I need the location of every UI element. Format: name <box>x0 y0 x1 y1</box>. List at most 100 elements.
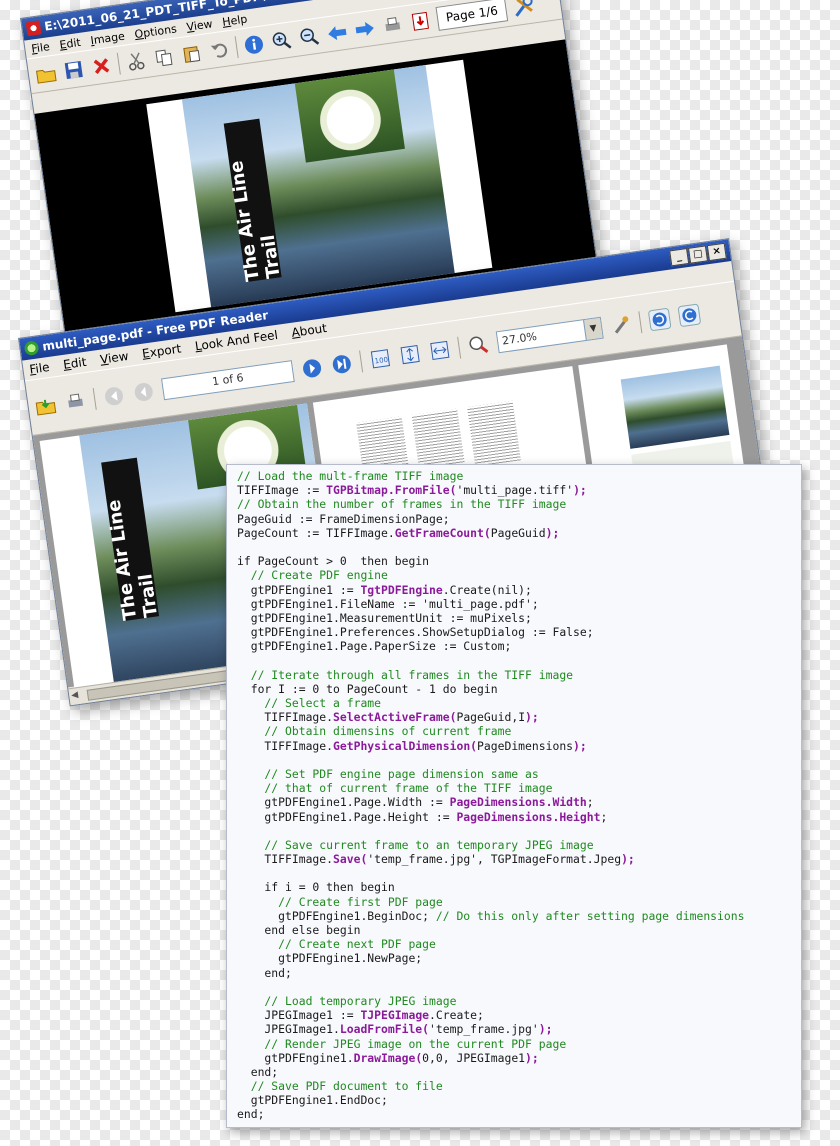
code-highlight: GetFrameCount( <box>394 525 491 540</box>
prev-page-icon[interactable] <box>131 380 156 405</box>
code-highlight: DrawImage( <box>353 1050 423 1065</box>
code-line: // Render JPEG image on the current PDF … <box>237 1037 801 1051</box>
rotate-left-icon[interactable] <box>647 307 672 332</box>
code-text: end else begin <box>237 923 361 937</box>
next-arrow-icon[interactable] <box>352 17 377 42</box>
code-line: // Iterate through all frames in the TIF… <box>237 668 801 682</box>
code-highlight: ); <box>621 852 635 867</box>
zoom-select[interactable]: 27.0% ▼ <box>495 316 604 354</box>
delete-icon[interactable] <box>89 54 114 79</box>
code-comment: // Iterate through all frames in the TIF… <box>237 667 574 682</box>
zoom-out-icon[interactable] <box>297 24 322 49</box>
code-text: end; <box>237 965 292 980</box>
last-page-icon[interactable] <box>329 352 354 377</box>
code-text: PageDimensions <box>477 738 574 753</box>
code-line: // Save current frame to an temporary JP… <box>237 838 801 852</box>
cut-icon[interactable] <box>124 49 149 74</box>
menu-view[interactable]: View <box>99 349 129 367</box>
rotate-right-icon[interactable] <box>677 303 702 328</box>
code-comment: // that of current frame of the TIFF ima… <box>237 781 553 796</box>
code-line: TIFFImage.Save('temp_frame.jpg', TGPImag… <box>237 852 801 866</box>
menu-help[interactable]: Help <box>221 12 248 28</box>
scroll-left-icon[interactable]: ◀ <box>71 690 79 701</box>
code-highlight: LoadFromFile( <box>339 1022 430 1037</box>
toolbar-separator <box>116 52 121 75</box>
code-line: // Set PDF engine page dimension same as <box>237 767 801 781</box>
code-text: for I := 0 to PageCount - 1 do begin <box>237 681 498 696</box>
code-text: TIFFImage. <box>237 738 334 753</box>
pdf-icon[interactable] <box>408 9 433 34</box>
chevron-down-icon[interactable]: ▼ <box>583 317 603 340</box>
open-icon[interactable] <box>33 393 58 418</box>
menu-export[interactable]: Export <box>141 341 182 360</box>
code-comment: // Save PDF document to file <box>237 1079 443 1094</box>
code-highlight: TGPBitmap.FromFile( <box>326 483 457 498</box>
undo-icon[interactable] <box>207 37 232 62</box>
code-line: // Create PDF engine <box>237 568 801 582</box>
menu-view[interactable]: View <box>186 17 214 34</box>
code-text: gtPDFEngine1.EndDoc; <box>237 1093 388 1108</box>
code-text: gtPDFEngine1.Page.PaperSize := Custom; <box>237 639 512 654</box>
copy-icon[interactable] <box>151 45 176 70</box>
page-number-field[interactable]: 1 of 6 <box>161 360 295 401</box>
code-line: gtPDFEngine1.EndDoc; <box>237 1093 801 1107</box>
paste-icon[interactable] <box>179 41 204 66</box>
code-text: gtPDFEngine1.FileName := 'multi_page.pdf… <box>237 596 539 611</box>
prev-arrow-icon[interactable] <box>325 21 350 46</box>
page-indicator: Page 1/6 <box>435 0 509 31</box>
code-comment: // Save current frame to an temporary JP… <box>237 837 594 852</box>
menu-file[interactable]: File <box>29 360 51 377</box>
code-line: gtPDFEngine1.DrawImage(0,0, JPEGImage1); <box>237 1051 801 1065</box>
code-text: gtPDFEngine1.Page.Width := <box>237 795 450 810</box>
lily-photo <box>294 69 405 163</box>
code-line: // Load the mult-frame TIFF image <box>237 469 801 483</box>
fit-height-icon[interactable] <box>398 342 423 367</box>
code-text: PageGuid,I <box>456 710 526 725</box>
open-icon[interactable] <box>34 61 59 86</box>
code-text: gtPDFEngine1. <box>237 1050 354 1065</box>
menu-file[interactable]: File <box>30 40 50 55</box>
code-line: TIFFImage.GetPhysicalDimension(PageDimen… <box>237 739 801 753</box>
code-highlight: ); <box>545 525 560 540</box>
code-comment: // Do this only after setting page dimen… <box>435 908 745 923</box>
print-icon[interactable] <box>63 389 88 414</box>
menu-about[interactable]: About <box>291 321 328 340</box>
code-text: ; <box>586 795 594 810</box>
code-text: ; <box>600 809 608 824</box>
close-button[interactable]: × <box>706 242 727 262</box>
zoom-in-icon[interactable] <box>269 28 294 53</box>
code-text: PageGuid := FrameDimensionPage; <box>237 511 450 526</box>
code-line: gtPDFEngine1.FileName := 'multi_page.pdf… <box>237 597 801 611</box>
tools-icon[interactable] <box>609 313 634 338</box>
code-comment: // Set PDF engine page dimension same as <box>237 766 539 781</box>
code-text: JPEGImage1. <box>237 1022 340 1037</box>
code-line: gtPDFEngine1 := TgtPDFEngine.Create(nil)… <box>237 583 801 597</box>
code-highlight: ); <box>525 1050 539 1065</box>
code-text: if PageCount > 0 then begin <box>237 554 430 569</box>
code-text: PageCount := TIFFImage. <box>237 525 395 540</box>
irfanview-app-icon <box>25 20 42 37</box>
minimize-button[interactable]: _ <box>669 248 690 267</box>
next-page-icon[interactable] <box>300 356 325 381</box>
code-comment: // Render JPEG image on the current PDF … <box>237 1036 567 1051</box>
toolbar-separator <box>359 350 364 373</box>
print-icon[interactable] <box>380 13 405 38</box>
menu-edit[interactable]: Edit <box>62 355 87 372</box>
code-line: for I := 0 to PageCount - 1 do begin <box>237 682 801 696</box>
maximize-button[interactable]: □ <box>687 245 709 264</box>
code-highlight: SelectActiveFrame( <box>333 710 457 725</box>
menu-edit[interactable]: Edit <box>59 35 82 51</box>
fit-width-icon[interactable] <box>427 338 452 363</box>
code-line: gtPDFEngine1.MeasurementUnit := muPixels… <box>237 611 801 625</box>
menu-image[interactable]: Image <box>90 29 126 47</box>
first-page-icon[interactable] <box>102 384 127 409</box>
zoom-icon[interactable] <box>466 333 491 358</box>
code-line: gtPDFEngine1.Preferences.ShowSetupDialog… <box>237 625 801 639</box>
settings-icon[interactable] <box>511 0 536 19</box>
actual-size-icon[interactable]: 100 <box>368 346 393 371</box>
save-icon[interactable] <box>61 58 86 83</box>
info-icon[interactable] <box>242 32 267 57</box>
code-line: PageCount := TIFFImage.GetFrameCount(Pag… <box>237 526 801 540</box>
